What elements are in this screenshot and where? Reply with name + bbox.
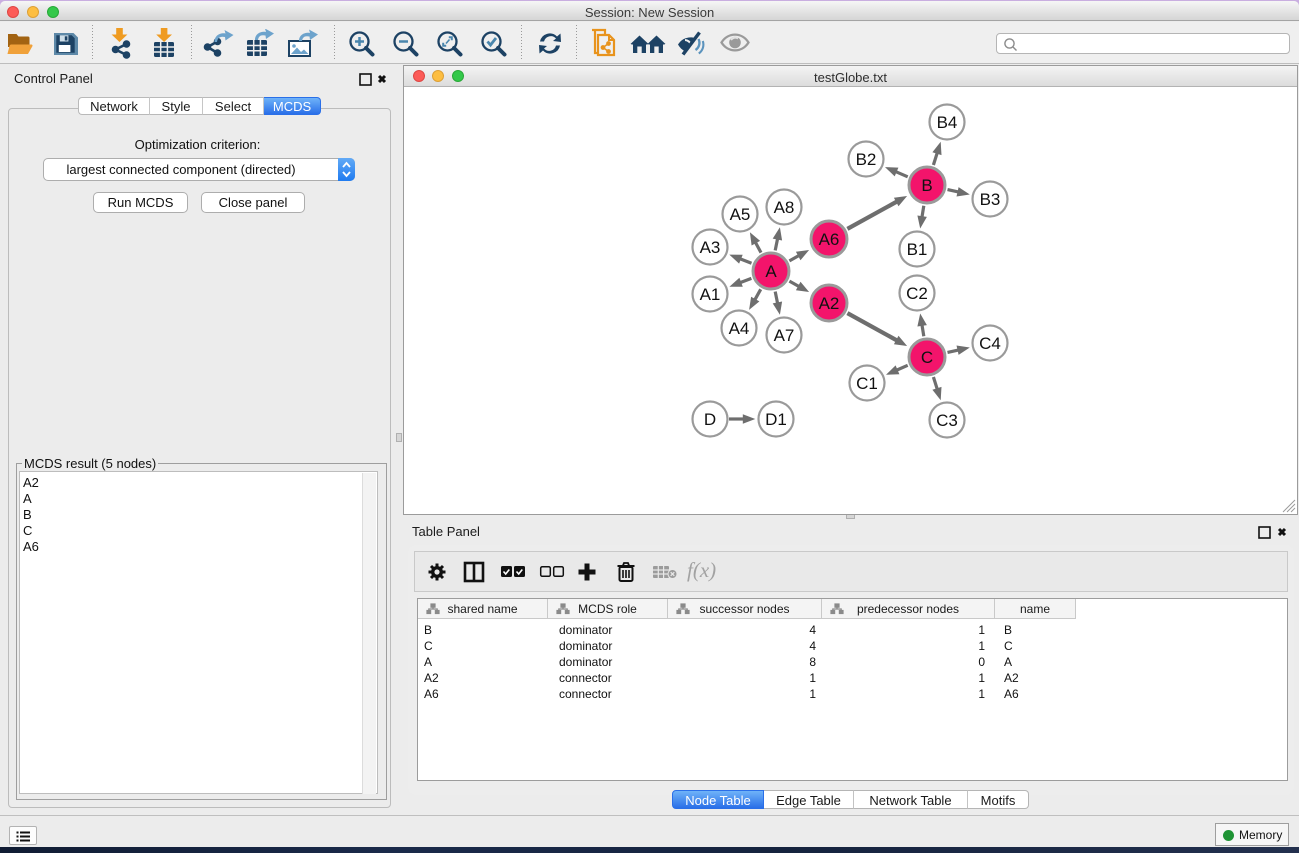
- svg-text:C4: C4: [979, 334, 1001, 353]
- svg-text:C2: C2: [906, 284, 928, 303]
- svg-text:A6: A6: [819, 230, 840, 249]
- svg-text:A3: A3: [700, 238, 721, 257]
- svg-text:C3: C3: [936, 411, 958, 430]
- svg-text:A2: A2: [819, 294, 840, 313]
- svg-text:B3: B3: [980, 190, 1001, 209]
- svg-text:A1: A1: [700, 285, 721, 304]
- svg-text:A5: A5: [730, 205, 751, 224]
- svg-text:A: A: [765, 262, 777, 281]
- svg-text:B: B: [921, 176, 932, 195]
- svg-text:D: D: [704, 410, 716, 429]
- svg-text:B2: B2: [856, 150, 877, 169]
- svg-text:A7: A7: [774, 326, 795, 345]
- svg-text:C: C: [921, 348, 933, 367]
- svg-text:B4: B4: [937, 113, 958, 132]
- svg-text:A4: A4: [729, 319, 750, 338]
- svg-text:C1: C1: [856, 374, 878, 393]
- svg-text:A8: A8: [774, 198, 795, 217]
- svg-text:D1: D1: [765, 410, 787, 429]
- svg-text:B1: B1: [907, 240, 928, 259]
